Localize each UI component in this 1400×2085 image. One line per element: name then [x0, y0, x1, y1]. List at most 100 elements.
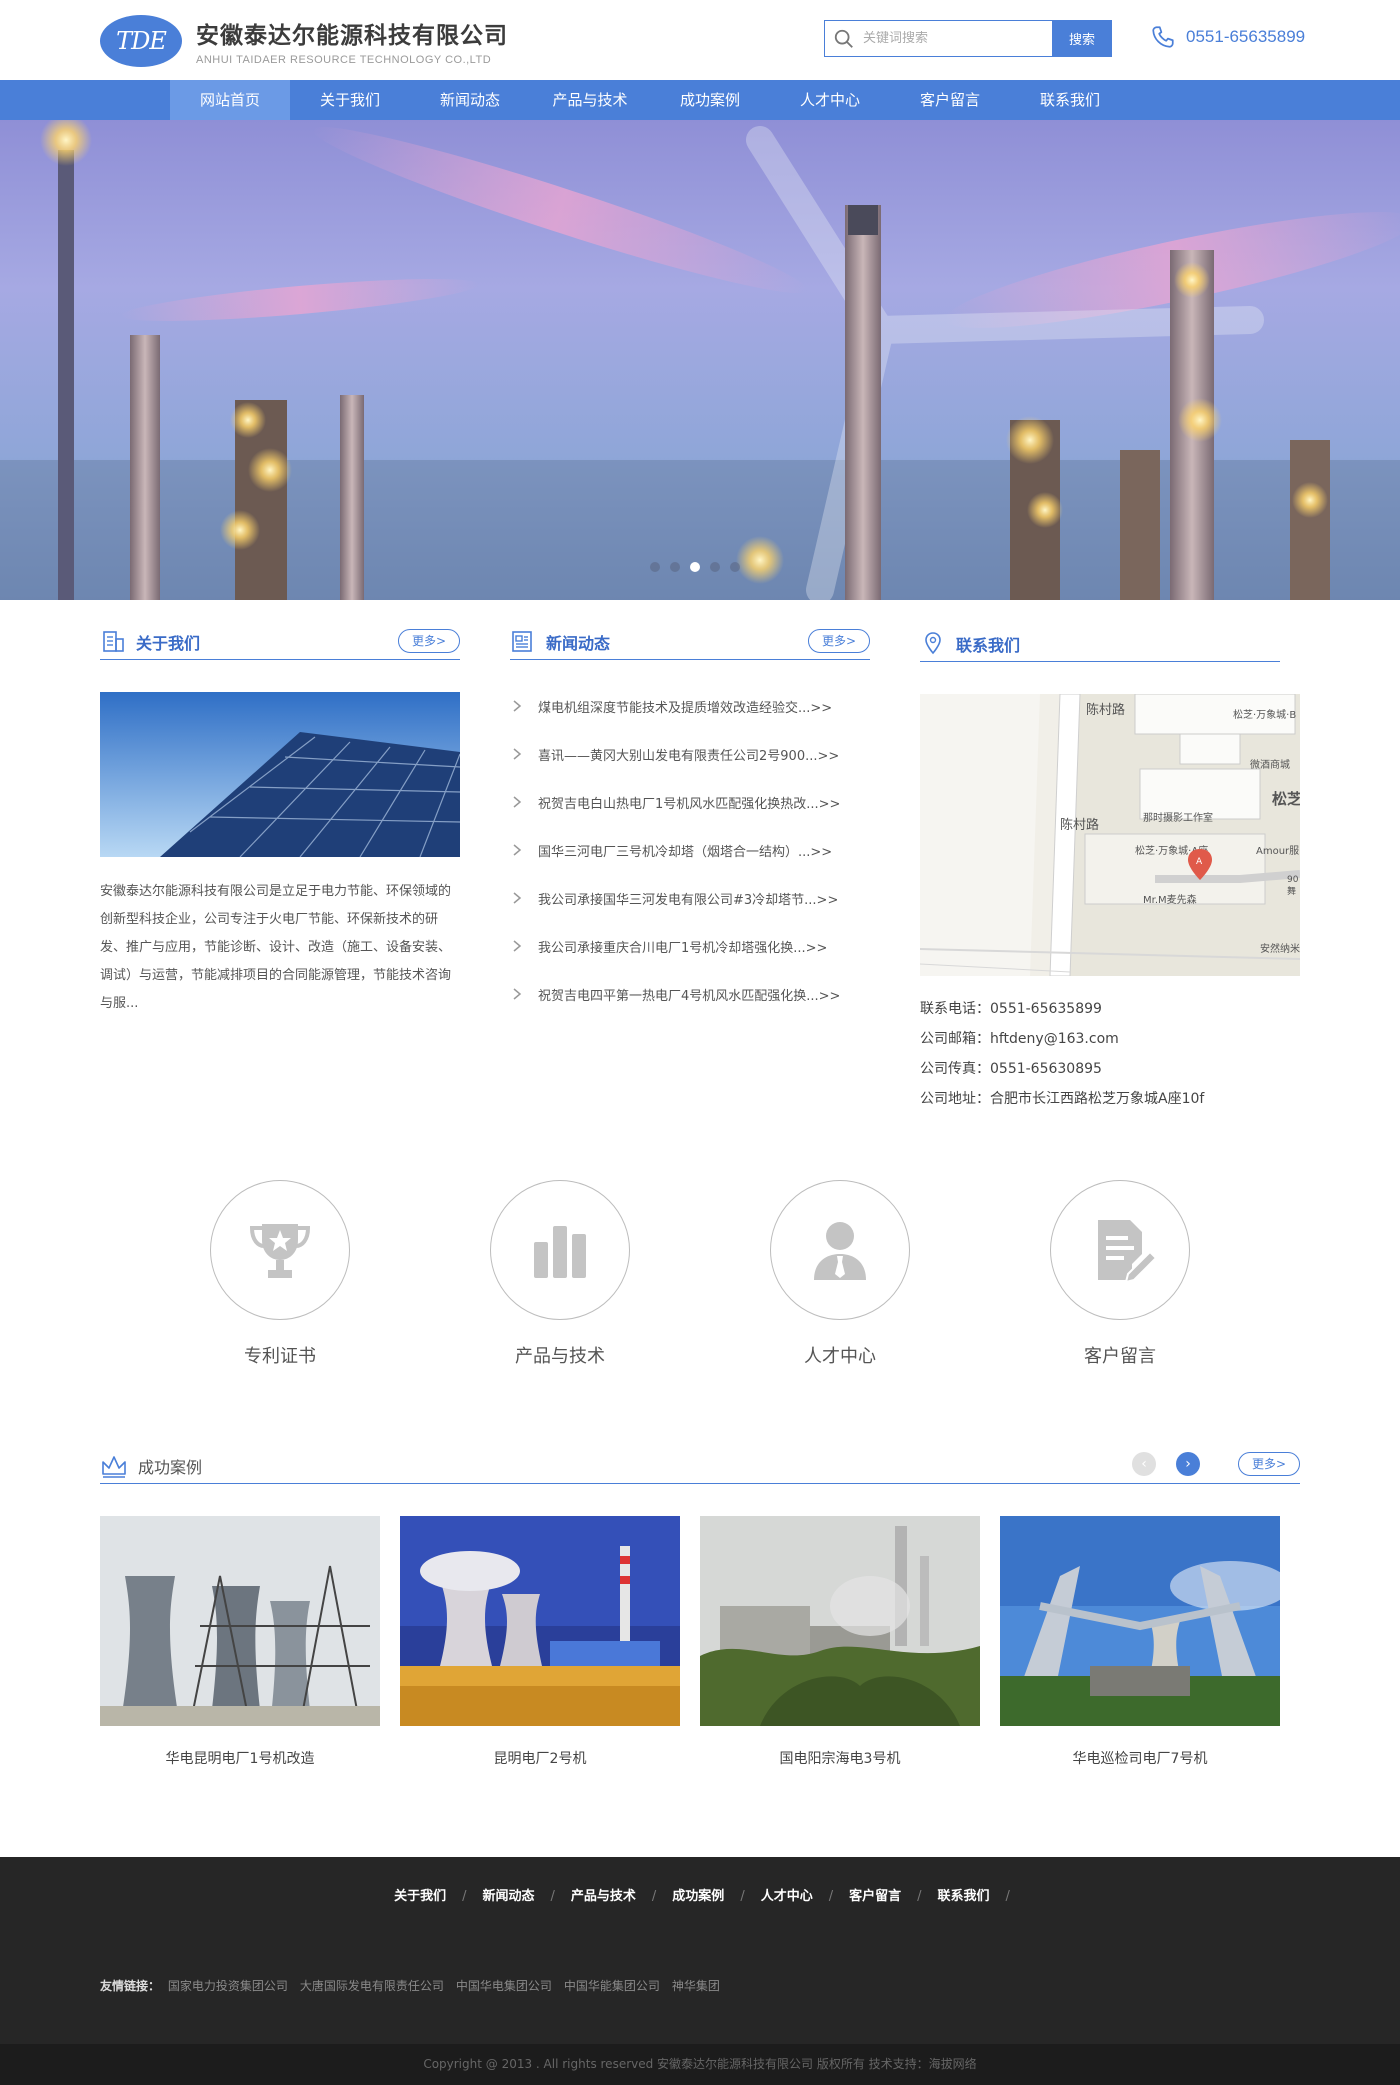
crown-icon [102, 1456, 126, 1478]
nav-item-2[interactable]: 新闻动态 [410, 80, 530, 120]
svg-text:Amour服: Amour服 [1256, 845, 1299, 857]
footer-nav-separator: / [828, 1889, 834, 1904]
about-image [100, 692, 460, 857]
friend-links: 友情链接： 国家电力投资集团公司 大唐国际发电有限责任公司 中国华电集团公司 中国华能… [100, 1977, 732, 1994]
friend-link[interactable]: 大唐国际发电有限责任公司 [300, 1979, 444, 1993]
banner-dot-1[interactable] [650, 562, 660, 572]
footer-nav-link[interactable]: 新闻动态 [482, 1889, 534, 1904]
person-icon [770, 1180, 910, 1320]
chevron-right-icon [513, 988, 522, 1000]
svg-text:A: A [1196, 857, 1203, 867]
footer-nav-link[interactable]: 联系我们 [938, 1889, 990, 1904]
newspaper-icon [512, 631, 532, 652]
news-item[interactable]: 祝贺吉电四平第一热电厂4号机风水匹配强化换...>> [510, 970, 870, 1018]
trophy-icon [210, 1180, 350, 1320]
main-nav: 网站首页 关于我们 新闻动态 产品与技术 成功案例 人才中心 客户留言 联系我们 [0, 80, 1400, 120]
footer-nav-separator: / [462, 1889, 467, 1904]
banner-dot-2[interactable] [670, 562, 680, 572]
about-description: 安徽泰达尔能源科技有限公司是立足于电力节能、环保领域的创新型科技企业，公司专注于… [100, 884, 452, 1011]
friend-link[interactable]: 神华集团 [672, 1979, 720, 1993]
feature-0[interactable]: 专利证书 [210, 1180, 350, 1368]
search-input[interactable] [863, 31, 1033, 46]
nav-item-4[interactable]: 成功案例 [650, 80, 770, 120]
footer-nav-link[interactable]: 关于我们 [394, 1889, 446, 1904]
logo-company-name-en: ANHUI TAIDAER RESOURCE TECHNOLOGY CO.,LT… [196, 54, 492, 66]
search-bar: 搜索 [824, 20, 1112, 57]
news-item[interactable]: 我公司承接重庆合川电厂1号机冷却塔强化换...>> [510, 922, 870, 970]
friend-link[interactable]: 国家电力投资集团公司 [168, 1979, 288, 1993]
friend-links-title: 友情链接： [100, 1979, 161, 1993]
feature-label: 人才中心 [804, 1346, 876, 1367]
search-button[interactable]: 搜索 [1052, 20, 1112, 57]
chevron-right-icon [513, 796, 522, 808]
nav-item-0[interactable]: 网站首页 [170, 80, 290, 120]
news-item[interactable]: 煤电机组深度节能技术及提质增效改造经验交...>> [510, 682, 870, 730]
map-area-label: 松芝 [1272, 790, 1300, 808]
copyright: Copyright @ 2013 . All rights reserved 安… [0, 2044, 1400, 2085]
cases-next-button[interactable]: › [1176, 1452, 1200, 1476]
contact-header: 联系我们 [920, 628, 1280, 662]
message-edit-icon [1050, 1180, 1190, 1320]
site-header: TDE 安徽泰达尔能源科技有限公司 ANHUI TAIDAER RESOURCE… [0, 0, 1400, 80]
location-map[interactable]: 陈村路 陈村路 松芝 松芝·万象城·B 微酒商城 那时摄影工作室 松芝·万象城·… [920, 694, 1300, 976]
case-title: 华电昆明电厂1号机改造 [165, 1751, 315, 1767]
footer-nav-separator: / [651, 1889, 657, 1904]
nav-item-3[interactable]: 产品与技术 [530, 80, 650, 120]
footer-nav-link[interactable]: 成功案例 [672, 1889, 724, 1904]
news-item-title: 煤电机组深度节能技术及提质增效改造经验交...>> [538, 700, 833, 716]
news-list: 煤电机组深度节能技术及提质增效改造经验交...>> 喜讯——黄冈大别山发电有限责任… [510, 682, 870, 1018]
friend-link[interactable]: 中国华电集团公司 [456, 1979, 552, 1993]
nav-item-7[interactable]: 联系我们 [1010, 80, 1130, 120]
search-box [824, 20, 1052, 57]
banner-dot-4[interactable] [710, 562, 720, 572]
nav-item-5[interactable]: 人才中心 [770, 80, 890, 120]
logo-mark: TDE [100, 15, 182, 67]
contact-item: 公司传真：0551-65630895 [920, 1061, 1102, 1077]
news-item-title: 我公司承接国华三河发电有限公司#3冷却塔节...>> [538, 892, 839, 908]
news-more-button[interactable]: 更多> [808, 629, 870, 653]
footer-nav-link[interactable]: 产品与技术 [571, 1889, 636, 1904]
location-pin-icon [925, 632, 941, 655]
friend-link[interactable]: 中国华能集团公司 [564, 1979, 660, 1993]
nav-item-6[interactable]: 客户留言 [890, 80, 1010, 120]
news-header: 新闻动态 更多> [510, 626, 870, 660]
footer-nav-link[interactable]: 人才中心 [761, 1889, 813, 1904]
news-item[interactable]: 我公司承接国华三河发电有限公司#3冷却塔节...>> [510, 874, 870, 922]
chevron-right-icon [513, 940, 522, 952]
banner-dot-5[interactable] [730, 562, 740, 572]
case-title: 国电阳宗海电3号机 [779, 1751, 901, 1767]
news-item-title: 祝贺吉电四平第一热电厂4号机风水匹配强化换...>> [538, 988, 841, 1004]
news-item-title: 国华三河电厂三号机冷却塔（烟塔合一结构）...>> [538, 844, 833, 860]
feature-3[interactable]: 客户留言 [1050, 1180, 1190, 1368]
case-item[interactable]: 昆明电厂2号机 [400, 1516, 680, 1768]
svg-text:微酒商城: 微酒商城 [1250, 758, 1290, 771]
banner-dot-3[interactable] [690, 562, 700, 572]
svg-text:Mr.M麦先森: Mr.M麦先森 [1143, 893, 1197, 906]
about-more-button[interactable]: 更多> [398, 629, 460, 653]
cases-more-button[interactable]: 更多> [1238, 1452, 1300, 1476]
cases-title: 成功案例 [138, 1458, 203, 1477]
chevron-right-icon [513, 844, 522, 856]
news-item[interactable]: 祝贺吉电白山热电厂1号机风水匹配强化换热改...>> [510, 778, 870, 826]
news-item-title: 祝贺吉电白山热电厂1号机风水匹配强化换热改...>> [538, 796, 841, 812]
svg-text:舞: 舞 [1287, 886, 1296, 897]
case-image [400, 1516, 680, 1726]
case-title: 昆明电厂2号机 [493, 1751, 587, 1767]
chevron-right-icon [513, 700, 522, 712]
case-item[interactable]: 华电巡检司电厂7号机 [1000, 1516, 1280, 1768]
feature-1[interactable]: 产品与技术 [490, 1180, 630, 1368]
map-road-label: 陈村路 [1086, 702, 1125, 718]
map-road-label-2: 陈村路 [1060, 817, 1099, 833]
news-item[interactable]: 国华三河电厂三号机冷却塔（烟塔合一结构）...>> [510, 826, 870, 874]
footer-nav-link[interactable]: 客户留言 [849, 1889, 901, 1904]
footer-nav: 关于我们 / 新闻动态 / 产品与技术 / 成功案例 / 人才中心 / 客户留言 / 联系我们 / [0, 1885, 1400, 1904]
feature-2[interactable]: 人才中心 [770, 1180, 910, 1368]
about-title: 关于我们 [136, 634, 201, 653]
contact-title: 联系我们 [956, 636, 1021, 655]
case-item[interactable]: 华电昆明电厂1号机改造 [100, 1516, 380, 1768]
news-item[interactable]: 喜讯——黄冈大别山发电有限责任公司2号900...>> [510, 730, 870, 778]
case-item[interactable]: 国电阳宗海电3号机 [700, 1516, 980, 1768]
nav-item-1[interactable]: 关于我们 [290, 80, 410, 120]
cases-prev-button[interactable]: ‹ [1132, 1452, 1156, 1476]
logo[interactable]: TDE 安徽泰达尔能源科技有限公司 ANHUI TAIDAER RESOURCE… [100, 15, 508, 67]
